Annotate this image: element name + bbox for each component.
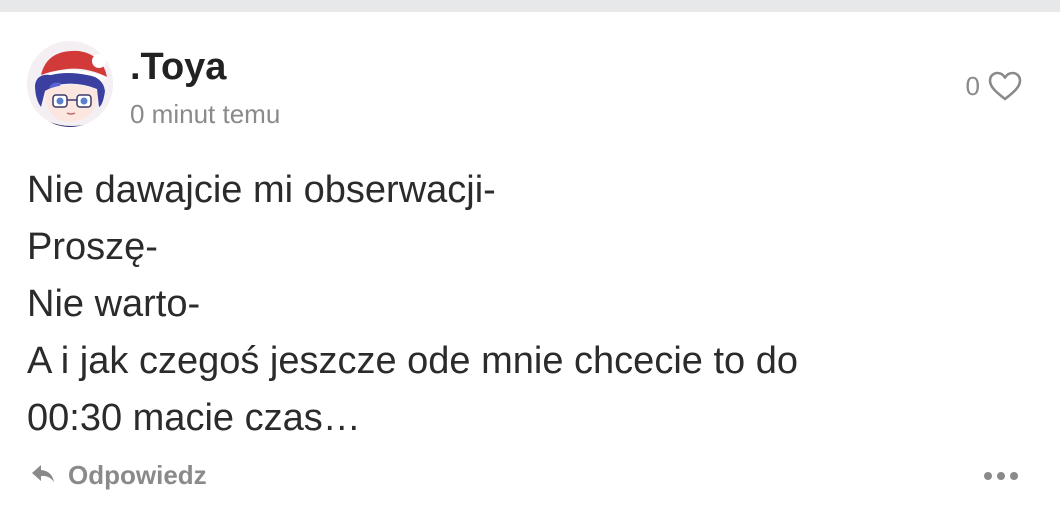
comment-line: Nie warto- [27,283,201,325]
like-count: 0 [965,71,980,101]
post-timestamp: 0 minut temu [130,99,281,129]
comment-line: 00:30 macie czas… [27,397,361,439]
more-options-button[interactable] [984,464,1018,488]
more-dots-icon [1010,472,1018,480]
like-button[interactable]: 0 [966,68,1022,104]
author-name[interactable]: .Toya [130,44,226,90]
heart-outline-icon[interactable] [988,71,1022,101]
more-dots-icon [997,472,1005,480]
comment-line: Proszę- [27,226,158,268]
reply-arrow-icon [30,462,56,489]
avatar[interactable] [27,41,113,127]
comment-line: A i jak czegoś jeszcze ode mnie chcecie … [27,340,798,382]
top-strip [0,0,1060,12]
comment-body: Nie dawajcie mi obserwacji- Proszę- Nie … [27,162,1027,447]
avatar-image [27,41,113,127]
reply-label: Odpowiedz [68,460,207,490]
comment-line: Nie dawajcie mi obserwacji- [27,169,496,211]
more-dots-icon [984,472,992,480]
comment-card: .Toya 0 minut temu 0 Nie dawajcie mi obs… [0,12,1060,506]
reply-button[interactable]: Odpowiedz [30,458,207,492]
